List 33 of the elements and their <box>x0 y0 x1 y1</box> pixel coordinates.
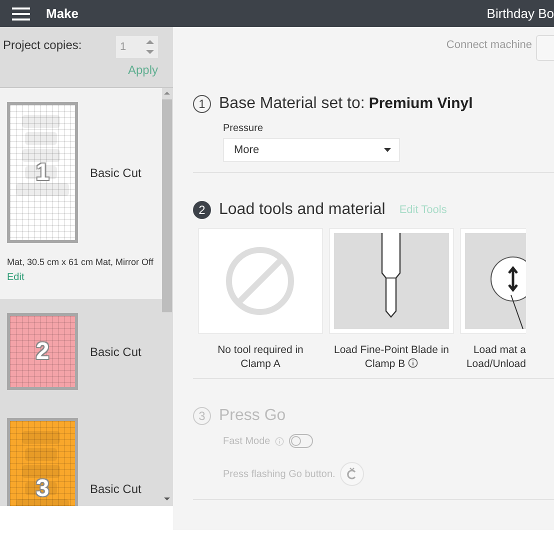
page-title: Make <box>46 6 79 21</box>
cutting-mat[interactable]: 3 <box>7 418 78 506</box>
mat-number: 1 <box>36 158 50 186</box>
step-number: 3 <box>193 407 211 425</box>
cutting-mat[interactable]: 1 <box>7 102 78 243</box>
step-title: Press Go <box>219 407 286 425</box>
connect-machine-label: Connect machine <box>446 39 532 51</box>
step-number: 2 <box>193 201 211 219</box>
step-title: Base Material set to: Premium Vinyl <box>219 95 473 113</box>
edit-link[interactable]: Edit <box>7 272 24 283</box>
fast-mode-label: Fast Mode <box>223 436 270 446</box>
mat-label: Basic Cut <box>90 344 142 358</box>
tool-caption: No tool required in Clamp A <box>218 343 304 371</box>
mat-number: 3 <box>36 474 50 502</box>
go-instruction: Press flashing Go button. <box>223 468 336 480</box>
cutting-mat[interactable]: 2 <box>7 313 78 390</box>
tool-caption: Load Fine-Point Blade in Clamp B <box>334 343 449 371</box>
pressure-label: Pressure <box>223 123 264 134</box>
mat-label: Basic Cut <box>90 166 142 180</box>
pressure-dropdown[interactable]: More <box>223 138 400 162</box>
copies-label: Project copies: <box>3 38 82 52</box>
info-icon[interactable] <box>408 358 418 368</box>
mat-number: 2 <box>36 338 50 366</box>
mat-label: Basic Cut <box>90 482 142 496</box>
tool-caption: Load mat a Load/Unload <box>466 343 526 371</box>
step-number: 1 <box>193 95 211 113</box>
step-title: Load tools and material <box>219 201 386 219</box>
menu-icon[interactable] <box>12 6 30 20</box>
project-name: Birthday Bo <box>486 6 554 21</box>
caret-icon <box>384 148 391 152</box>
mat-details: Mat, 30.5 cm x 61 cm Mat, Mirror Off <box>7 257 154 267</box>
mat-item[interactable]: 1 Basic Cut Mat, 30.5 cm x 61 cm Mat, Mirror Off Edit <box>0 88 162 299</box>
go-button-icon <box>340 462 364 486</box>
